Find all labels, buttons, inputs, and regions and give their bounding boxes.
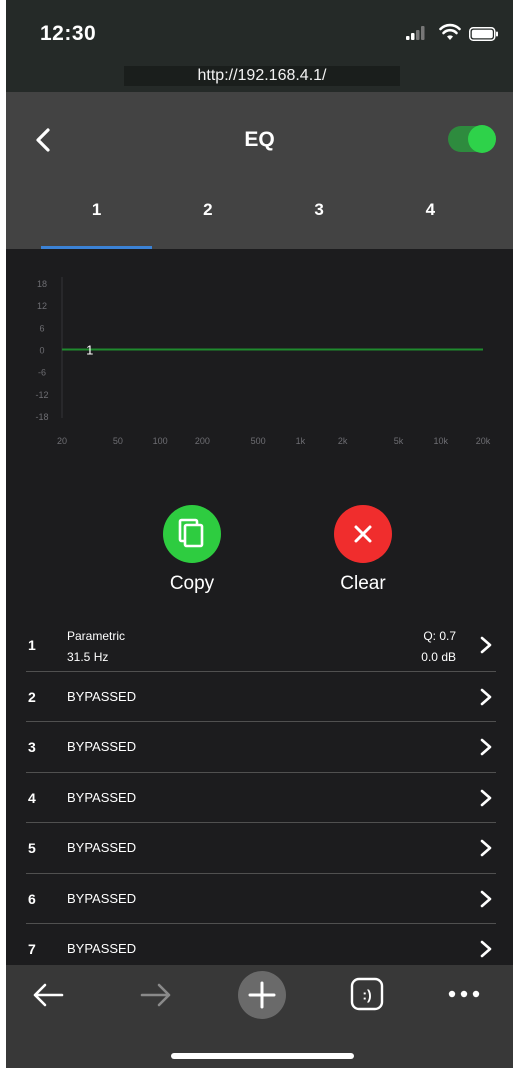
filter-number: 3 — [28, 739, 36, 755]
filter-number: 1 — [28, 637, 36, 653]
filter-type: Parametric — [67, 629, 126, 643]
eq-response-chart: 18 12 6 0 -6 -12 -18 20 50 100 200 500 1k 2k 5k 10k 20k 1 — [35, 277, 491, 446]
url-field[interactable]: http://192.168.4.1/ — [124, 66, 400, 86]
copy-label: Copy — [169, 573, 215, 594]
filter-row-3[interactable]: 3 BYPASSED — [26, 721, 496, 772]
filter-gain: 0.0 dB — [421, 650, 456, 664]
x-tick-label: 500 — [251, 436, 266, 446]
chevron-right-icon — [480, 789, 492, 806]
x-tick-label: 50 — [113, 436, 123, 446]
filter-marker: 1 — [86, 343, 93, 358]
clear-button[interactable] — [334, 505, 392, 563]
more-icon[interactable] — [444, 982, 484, 1006]
filter-status: BYPASSED — [67, 789, 137, 805]
eq-enable-toggle[interactable] — [448, 125, 496, 153]
phone-screen: 12:30 http://192.168.4.1/ EQ 1 2 3 4 18 … — [6, 0, 513, 1068]
y-tick-label: -6 — [38, 368, 46, 378]
clear-label: Clear — [340, 573, 386, 594]
x-tick-label: 20k — [476, 436, 491, 446]
toggle-knob — [468, 125, 496, 153]
home-indicator — [171, 1053, 354, 1059]
close-icon — [354, 525, 372, 543]
plus-icon[interactable] — [237, 970, 287, 1020]
chevron-right-icon — [480, 636, 492, 654]
chevron-right-icon — [480, 839, 492, 857]
y-tick-label: -12 — [35, 390, 48, 400]
filter-row-6[interactable]: 6 BYPASSED — [26, 872, 496, 924]
tab-4[interactable]: 4 — [375, 184, 486, 249]
x-tick-label: 5k — [394, 436, 404, 446]
filter-list: 1 Parametric 31.5 Hz Q: 0.7 0.0 dB 2 BYP… — [26, 620, 496, 974]
filter-number: 2 — [28, 688, 36, 705]
filter-status: BYPASSED — [67, 840, 137, 855]
tab-2[interactable]: 2 — [152, 184, 263, 249]
chevron-right-icon — [480, 890, 492, 907]
tab-3[interactable]: 3 — [264, 184, 375, 249]
filter-row-1[interactable]: 1 Parametric 31.5 Hz Q: 0.7 0.0 dB — [26, 620, 496, 671]
y-tick-label: 6 — [39, 323, 44, 333]
band-tabs: 1 2 3 4 — [6, 184, 513, 249]
status-time: 12:30 — [40, 22, 97, 45]
y-tick-label: 0 — [39, 346, 44, 356]
filter-row-2[interactable]: 2 BYPASSED — [26, 670, 496, 722]
tabs-icon[interactable]: :) — [349, 976, 385, 1012]
filter-frequency: 31.5 Hz — [67, 650, 109, 664]
signal-icon — [406, 26, 425, 40]
x-tick-label: 10k — [433, 436, 448, 446]
filter-number: 6 — [28, 890, 36, 907]
app-header: EQ — [6, 92, 513, 184]
filter-status: BYPASSED — [67, 739, 137, 754]
browser-toolbar: :) — [6, 965, 513, 1068]
copy-button[interactable] — [163, 505, 221, 563]
filter-row-4[interactable]: 4 BYPASSED — [26, 771, 496, 823]
x-tick-label: 200 — [195, 436, 210, 446]
filter-q: Q: 0.7 — [423, 629, 456, 643]
y-tick-label: 12 — [37, 301, 47, 311]
chevron-right-icon — [480, 940, 492, 958]
x-tick-label: 20 — [57, 436, 67, 446]
filter-number: 4 — [28, 789, 36, 806]
chevron-right-icon — [480, 738, 492, 756]
forward-arrow-icon[interactable] — [138, 977, 174, 1013]
tab-1[interactable]: 1 — [41, 184, 153, 249]
x-tick-label: 100 — [153, 436, 168, 446]
wifi-icon — [439, 23, 461, 40]
chevron-right-icon — [480, 688, 492, 705]
url-bar: http://192.168.4.1/ — [6, 56, 513, 92]
status-bar: 12:30 — [6, 0, 513, 56]
filter-status: BYPASSED — [67, 890, 137, 906]
x-tick-label: 2k — [338, 436, 348, 446]
page-title: EQ — [244, 128, 275, 151]
eq-graph[interactable]: 18 12 6 0 -6 -12 -18 20 50 100 200 500 1k 2k 5k 10k 20k 1 — [6, 249, 513, 489]
filter-number: 5 — [28, 840, 36, 856]
back-arrow-icon[interactable] — [30, 977, 66, 1013]
tabs-glyph: :) — [362, 987, 371, 1003]
copy-icon — [178, 518, 204, 548]
x-tick-label: 1k — [296, 436, 306, 446]
filter-status: BYPASSED — [67, 688, 137, 704]
filter-row-5[interactable]: 5 BYPASSED — [26, 822, 496, 873]
y-tick-label: 18 — [37, 279, 47, 289]
battery-icon — [469, 27, 498, 41]
y-tick-label: -18 — [35, 412, 48, 422]
